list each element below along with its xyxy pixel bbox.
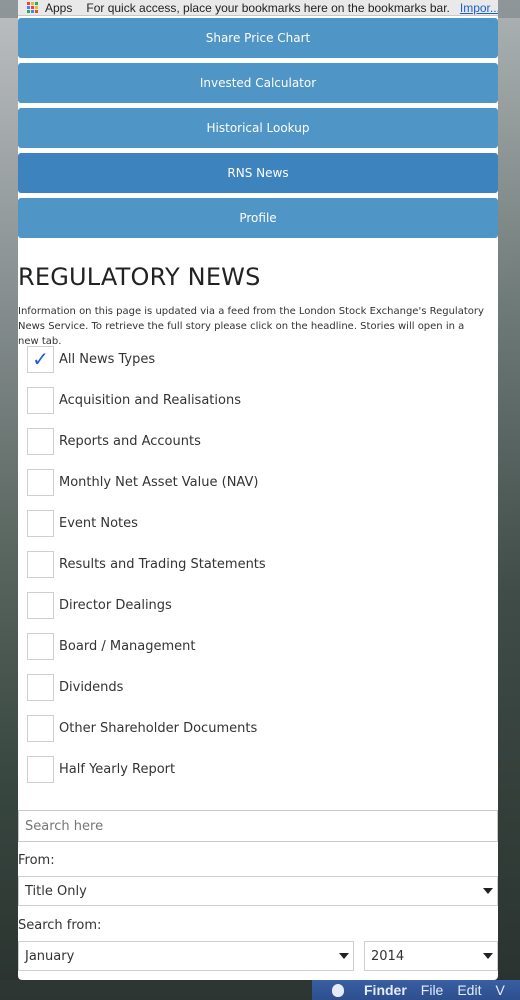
menu-view-cut[interactable]: V [495, 982, 504, 998]
filter-label[interactable]: Acquisition and Realisations [59, 393, 241, 408]
filter-label[interactable]: Board / Management [59, 639, 196, 654]
filter-label[interactable]: Dividends [59, 680, 123, 695]
nav-invested-calculator[interactable]: Invested Calculator [18, 63, 498, 103]
from-label: From: [18, 853, 55, 868]
bookmarks-bar: Apps For quick access, place your bookma… [18, 0, 498, 16]
month-select[interactable]: January [18, 941, 354, 971]
checkbox[interactable] [27, 427, 54, 455]
filter-row[interactable]: Acquisition and Realisations [27, 386, 241, 414]
bookmarks-hint: For quick access, place your bookmarks h… [86, 0, 450, 15]
checkbox[interactable] [27, 632, 54, 660]
dropdown-arrow-icon [483, 953, 493, 959]
checkbox-checked[interactable]: ✓ [27, 345, 54, 373]
search-scope-select[interactable]: Title Only [18, 876, 498, 906]
checkbox[interactable] [27, 591, 54, 619]
filter-row[interactable]: Reports and Accounts [27, 427, 201, 455]
filter-label[interactable]: Reports and Accounts [59, 434, 201, 449]
filter-row[interactable]: Other Shareholder Documents [27, 714, 257, 742]
nav-share-price-chart[interactable]: Share Price Chart [18, 18, 498, 58]
filter-label[interactable]: Director Dealings [59, 598, 172, 613]
menu-file[interactable]: File [421, 982, 444, 998]
mac-menubar: Finder File Edit V [312, 980, 520, 1000]
page-title: REGULATORY NEWS [18, 263, 261, 291]
intro-text: Information on this page is updated via … [18, 306, 484, 347]
desktop-wallpaper-right [498, 18, 520, 980]
filter-row[interactable]: Results and Trading Statements [27, 550, 266, 578]
nav-profile[interactable]: Profile [18, 198, 498, 238]
filter-label[interactable]: Event Notes [59, 516, 138, 531]
dropdown-arrow-icon [483, 888, 493, 894]
dropdown-arrow-icon [339, 953, 349, 959]
filter-label[interactable]: Half Yearly Report [59, 762, 175, 777]
filter-row[interactable]: Event Notes [27, 509, 138, 537]
search-from-label: Search from: [18, 918, 102, 933]
apple-logo-icon[interactable] [332, 983, 344, 997]
filter-row[interactable]: Board / Management [27, 632, 196, 660]
filter-row[interactable]: Dividends [27, 673, 123, 701]
filter-row[interactable]: Director Dealings [27, 591, 172, 619]
filter-label[interactable]: Results and Trading Statements [59, 557, 266, 572]
year-select[interactable]: 2014 [364, 941, 498, 971]
filter-row[interactable]: Monthly Net Asset Value (NAV) [27, 468, 258, 496]
checkbox[interactable] [27, 673, 54, 701]
checkbox[interactable] [27, 468, 54, 496]
checkbox[interactable] [27, 755, 54, 783]
checkbox[interactable] [27, 714, 54, 742]
year-value: 2014 [371, 948, 405, 964]
month-value: January [25, 948, 75, 964]
menu-finder[interactable]: Finder [364, 982, 407, 998]
search-input[interactable] [18, 810, 498, 842]
checkmark-icon: ✓ [32, 347, 49, 371]
checkbox[interactable] [27, 386, 54, 414]
page-panel: Share Price Chart Invested Calculator Hi… [18, 16, 498, 980]
filter-row[interactable]: ✓ All News Types [27, 345, 155, 373]
nav-rns-news[interactable]: RNS News [18, 153, 498, 193]
apps-grid-icon[interactable] [27, 2, 38, 13]
desktop-wallpaper-left [0, 18, 18, 980]
search-scope-value: Title Only [25, 883, 87, 899]
menu-edit[interactable]: Edit [457, 982, 481, 998]
apps-link[interactable]: Apps [45, 1, 72, 15]
filter-label[interactable]: Monthly Net Asset Value (NAV) [59, 475, 258, 490]
filter-label[interactable]: Other Shareholder Documents [59, 721, 257, 736]
import-bookmarks-link[interactable]: Impor... [460, 1, 498, 15]
filter-row[interactable]: Half Yearly Report [27, 755, 175, 783]
checkbox[interactable] [27, 509, 54, 537]
checkbox[interactable] [27, 550, 54, 578]
nav-historical-lookup[interactable]: Historical Lookup [18, 108, 498, 148]
filter-label[interactable]: All News Types [59, 352, 155, 367]
